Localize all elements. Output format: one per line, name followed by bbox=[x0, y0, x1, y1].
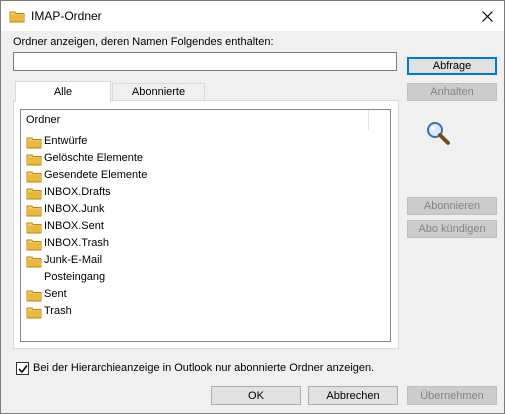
list-item-label: Junk-E-Mail bbox=[44, 254, 103, 266]
list-item-label: Sent bbox=[44, 288, 67, 300]
folder-icon bbox=[9, 10, 25, 26]
list-item-label: Trash bbox=[44, 305, 72, 317]
folder-icon bbox=[26, 153, 42, 169]
subscribe-button[interactable]: Abonnieren bbox=[407, 197, 497, 215]
list-item[interactable]: INBOX.Junk bbox=[26, 202, 326, 219]
folder-icon bbox=[26, 255, 42, 271]
list-item-label: Gelöschte Elemente bbox=[44, 152, 144, 164]
filter-input[interactable] bbox=[13, 52, 397, 71]
list-item-label: Gesendete Elemente bbox=[44, 169, 148, 181]
folder-icon bbox=[26, 221, 42, 237]
folder-list[interactable]: Ordner Entwürfe Gelöschte Elemente Gesende… bbox=[20, 109, 391, 342]
title-bar: IMAP-Ordner bbox=[1, 1, 504, 31]
subscribed-only-checkbox[interactable] bbox=[16, 362, 29, 375]
tab-panel: Ordner Entwürfe Gelöschte Elemente Gesende… bbox=[13, 100, 399, 349]
subscribed-only-label: Bei der Hierarchieanzeige in Outlook nur… bbox=[33, 362, 375, 374]
list-item-label: INBOX.Trash bbox=[44, 237, 109, 249]
ok-button[interactable]: OK bbox=[211, 386, 301, 405]
apply-button[interactable]: Übernehmen bbox=[407, 386, 497, 405]
list-item[interactable]: Junk-E-Mail bbox=[26, 253, 326, 270]
search-icon bbox=[425, 120, 451, 149]
list-item-label: INBOX.Drafts bbox=[44, 186, 111, 198]
folder-icon bbox=[26, 136, 42, 152]
folder-icon bbox=[26, 238, 42, 254]
imap-folders-dialog: IMAP-Ordner Ordner anzeigen, deren Namen… bbox=[0, 0, 505, 414]
unsubscribe-button[interactable]: Abo kündigen bbox=[407, 220, 497, 238]
list-item[interactable]: Sent bbox=[26, 287, 326, 304]
filter-label: Ordner anzeigen, deren Namen Folgendes e… bbox=[13, 36, 274, 48]
query-button[interactable]: Abfrage bbox=[407, 57, 497, 75]
list-item[interactable]: Entwürfe bbox=[26, 134, 326, 151]
checkmark-icon bbox=[17, 364, 28, 373]
list-item[interactable]: INBOX.Drafts bbox=[26, 185, 326, 202]
tab-all[interactable]: Alle bbox=[15, 81, 111, 102]
stop-button[interactable]: Anhalten bbox=[407, 83, 497, 101]
folder-icon bbox=[26, 289, 42, 305]
list-item[interactable]: INBOX.Trash bbox=[26, 236, 326, 253]
column-header-folder[interactable]: Ordner bbox=[21, 110, 369, 130]
list-item-label: INBOX.Junk bbox=[44, 203, 105, 215]
close-icon bbox=[481, 10, 493, 22]
list-item[interactable]: Gesendete Elemente bbox=[26, 168, 326, 185]
folder-icon bbox=[26, 306, 42, 322]
tab-subscribed[interactable]: Abonnierte bbox=[112, 83, 205, 101]
close-button[interactable] bbox=[470, 1, 504, 31]
list-item-label: Entwürfe bbox=[44, 135, 88, 147]
cancel-button[interactable]: Abbrechen bbox=[308, 386, 398, 405]
list-item[interactable]: Trash bbox=[26, 304, 326, 321]
column-header-label: Ordner bbox=[26, 114, 61, 126]
list-item[interactable]: Posteingang bbox=[26, 270, 326, 287]
list-item[interactable]: INBOX.Sent bbox=[26, 219, 326, 236]
list-item[interactable]: Gelöschte Elemente bbox=[26, 151, 326, 168]
folder-icon bbox=[26, 187, 42, 203]
folder-icon bbox=[26, 204, 42, 220]
list-item-label: INBOX.Sent bbox=[44, 220, 104, 232]
list-item-label: Posteingang bbox=[44, 271, 106, 283]
window-title: IMAP-Ordner bbox=[31, 9, 102, 23]
folder-icon bbox=[26, 170, 42, 186]
